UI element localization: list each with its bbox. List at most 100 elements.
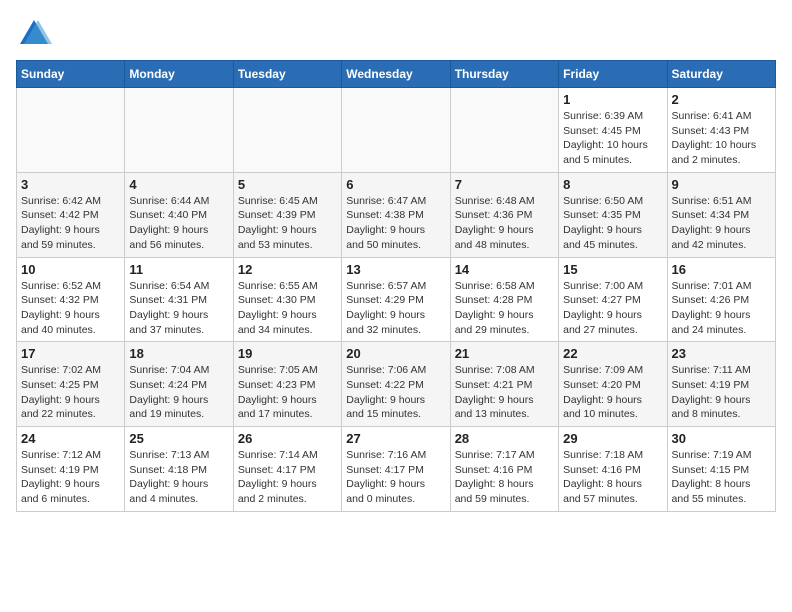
calendar-cell: 29 Sunrise: 7:18 AM Sunset: 4:16 PM Dayli… — [559, 427, 667, 512]
day-info: Sunrise: 7:13 AM Sunset: 4:18 PM Dayligh… — [129, 448, 228, 507]
day-info: Sunrise: 7:18 AM Sunset: 4:16 PM Dayligh… — [563, 448, 662, 507]
day-number: 13 — [346, 262, 445, 277]
calendar-cell: 1 Sunrise: 6:39 AM Sunset: 4:45 PM Daylig… — [559, 88, 667, 173]
calendar-cell: 15Sunrise: 7:00 AM Sunset: 4:27 PM Dayli… — [559, 257, 667, 342]
page-header — [16, 16, 776, 52]
day-info: Sunrise: 7:19 AM Sunset: 4:15 PM Dayligh… — [672, 448, 771, 507]
day-info: Sunrise: 6:50 AM Sunset: 4:35 PM Dayligh… — [563, 194, 662, 253]
calendar-cell: 7Sunrise: 6:48 AM Sunset: 4:36 PM Daylig… — [450, 172, 558, 257]
calendar-cell: 4 Sunrise: 6:44 AM Sunset: 4:40 PM Daylig… — [125, 172, 233, 257]
calendar-cell — [233, 88, 341, 173]
logo-icon — [16, 16, 52, 52]
calendar-table: SundayMondayTuesdayWednesdayThursdayFrid… — [16, 60, 776, 512]
day-info: Sunrise: 7:09 AM Sunset: 4:20 PM Dayligh… — [563, 363, 662, 422]
calendar-cell: 25 Sunrise: 7:13 AM Sunset: 4:18 PM Dayli… — [125, 427, 233, 512]
day-number: 24 — [21, 431, 120, 446]
day-number: 22 — [563, 346, 662, 361]
weekday-header: Wednesday — [342, 61, 450, 88]
day-number: 5 — [238, 177, 337, 192]
day-number: 20 — [346, 346, 445, 361]
day-info: Sunrise: 6:52 AM Sunset: 4:32 PM Dayligh… — [21, 279, 120, 338]
weekday-header: Saturday — [667, 61, 775, 88]
day-number: 18 — [129, 346, 228, 361]
calendar-week-row: 1 Sunrise: 6:39 AM Sunset: 4:45 PM Daylig… — [17, 88, 776, 173]
day-info: Sunrise: 6:42 AM Sunset: 4:42 PM Dayligh… — [21, 194, 120, 253]
day-info: Sunrise: 6:54 AM Sunset: 4:31 PM Dayligh… — [129, 279, 228, 338]
calendar-cell — [17, 88, 125, 173]
calendar-header-row: SundayMondayTuesdayWednesdayThursdayFrid… — [17, 61, 776, 88]
calendar-cell: 8Sunrise: 6:50 AM Sunset: 4:35 PM Daylig… — [559, 172, 667, 257]
day-info: Sunrise: 6:58 AM Sunset: 4:28 PM Dayligh… — [455, 279, 554, 338]
calendar-week-row: 3 Sunrise: 6:42 AM Sunset: 4:42 PM Daylig… — [17, 172, 776, 257]
day-number: 23 — [672, 346, 771, 361]
day-info: Sunrise: 6:57 AM Sunset: 4:29 PM Dayligh… — [346, 279, 445, 338]
calendar-week-row: 24Sunrise: 7:12 AM Sunset: 4:19 PM Dayli… — [17, 427, 776, 512]
calendar-cell — [450, 88, 558, 173]
day-number: 2 — [672, 92, 771, 107]
day-number: 12 — [238, 262, 337, 277]
day-number: 15 — [563, 262, 662, 277]
day-number: 3 — [21, 177, 120, 192]
calendar-cell: 17 Sunrise: 7:02 AM Sunset: 4:25 PM Dayli… — [17, 342, 125, 427]
day-number: 17 — [21, 346, 120, 361]
calendar-week-row: 17 Sunrise: 7:02 AM Sunset: 4:25 PM Dayli… — [17, 342, 776, 427]
calendar-cell: 9Sunrise: 6:51 AM Sunset: 4:34 PM Daylig… — [667, 172, 775, 257]
day-info: Sunrise: 7:02 AM Sunset: 4:25 PM Dayligh… — [21, 363, 120, 422]
day-info: Sunrise: 7:04 AM Sunset: 4:24 PM Dayligh… — [129, 363, 228, 422]
day-info: Sunrise: 6:41 AM Sunset: 4:43 PM Dayligh… — [672, 109, 771, 168]
day-number: 21 — [455, 346, 554, 361]
calendar-cell: 10 Sunrise: 6:52 AM Sunset: 4:32 PM Dayli… — [17, 257, 125, 342]
day-number: 16 — [672, 262, 771, 277]
day-info: Sunrise: 6:51 AM Sunset: 4:34 PM Dayligh… — [672, 194, 771, 253]
day-info: Sunrise: 7:01 AM Sunset: 4:26 PM Dayligh… — [672, 279, 771, 338]
day-number: 4 — [129, 177, 228, 192]
day-number: 11 — [129, 262, 228, 277]
calendar-cell: 24Sunrise: 7:12 AM Sunset: 4:19 PM Dayli… — [17, 427, 125, 512]
day-number: 26 — [238, 431, 337, 446]
day-number: 6 — [346, 177, 445, 192]
day-number: 28 — [455, 431, 554, 446]
day-number: 25 — [129, 431, 228, 446]
calendar-cell: 19 Sunrise: 7:05 AM Sunset: 4:23 PM Dayli… — [233, 342, 341, 427]
day-number: 27 — [346, 431, 445, 446]
calendar-cell: 28 Sunrise: 7:17 AM Sunset: 4:16 PM Dayli… — [450, 427, 558, 512]
day-number: 29 — [563, 431, 662, 446]
calendar-cell — [342, 88, 450, 173]
calendar-cell: 23 Sunrise: 7:11 AM Sunset: 4:19 PM Dayli… — [667, 342, 775, 427]
calendar-cell: 22 Sunrise: 7:09 AM Sunset: 4:20 PM Dayli… — [559, 342, 667, 427]
calendar-cell: 20 Sunrise: 7:06 AM Sunset: 4:22 PM Dayli… — [342, 342, 450, 427]
day-info: Sunrise: 7:17 AM Sunset: 4:16 PM Dayligh… — [455, 448, 554, 507]
day-info: Sunrise: 6:44 AM Sunset: 4:40 PM Dayligh… — [129, 194, 228, 253]
weekday-header: Friday — [559, 61, 667, 88]
calendar-cell: 13 Sunrise: 6:57 AM Sunset: 4:29 PM Dayli… — [342, 257, 450, 342]
day-info: Sunrise: 7:05 AM Sunset: 4:23 PM Dayligh… — [238, 363, 337, 422]
weekday-header: Monday — [125, 61, 233, 88]
calendar-cell: 30Sunrise: 7:19 AM Sunset: 4:15 PM Dayli… — [667, 427, 775, 512]
calendar-week-row: 10 Sunrise: 6:52 AM Sunset: 4:32 PM Dayli… — [17, 257, 776, 342]
day-info: Sunrise: 7:14 AM Sunset: 4:17 PM Dayligh… — [238, 448, 337, 507]
day-info: Sunrise: 6:48 AM Sunset: 4:36 PM Dayligh… — [455, 194, 554, 253]
calendar-cell: 6 Sunrise: 6:47 AM Sunset: 4:38 PM Daylig… — [342, 172, 450, 257]
calendar-cell: 16 Sunrise: 7:01 AM Sunset: 4:26 PM Dayli… — [667, 257, 775, 342]
calendar-cell: 5 Sunrise: 6:45 AM Sunset: 4:39 PM Daylig… — [233, 172, 341, 257]
day-info: Sunrise: 6:45 AM Sunset: 4:39 PM Dayligh… — [238, 194, 337, 253]
day-number: 19 — [238, 346, 337, 361]
day-info: Sunrise: 7:08 AM Sunset: 4:21 PM Dayligh… — [455, 363, 554, 422]
weekday-header: Sunday — [17, 61, 125, 88]
calendar-cell: 2 Sunrise: 6:41 AM Sunset: 4:43 PM Daylig… — [667, 88, 775, 173]
calendar-cell: 12Sunrise: 6:55 AM Sunset: 4:30 PM Dayli… — [233, 257, 341, 342]
day-info: Sunrise: 7:11 AM Sunset: 4:19 PM Dayligh… — [672, 363, 771, 422]
calendar-cell: 21 Sunrise: 7:08 AM Sunset: 4:21 PM Dayli… — [450, 342, 558, 427]
day-number: 1 — [563, 92, 662, 107]
calendar-cell: 18 Sunrise: 7:04 AM Sunset: 4:24 PM Dayli… — [125, 342, 233, 427]
calendar-cell: 3 Sunrise: 6:42 AM Sunset: 4:42 PM Daylig… — [17, 172, 125, 257]
day-number: 10 — [21, 262, 120, 277]
calendar-cell: 14Sunrise: 6:58 AM Sunset: 4:28 PM Dayli… — [450, 257, 558, 342]
day-info: Sunrise: 6:39 AM Sunset: 4:45 PM Dayligh… — [563, 109, 662, 168]
calendar-cell: 11 Sunrise: 6:54 AM Sunset: 4:31 PM Dayli… — [125, 257, 233, 342]
logo — [16, 16, 54, 52]
weekday-header: Thursday — [450, 61, 558, 88]
day-info: Sunrise: 6:47 AM Sunset: 4:38 PM Dayligh… — [346, 194, 445, 253]
day-info: Sunrise: 7:06 AM Sunset: 4:22 PM Dayligh… — [346, 363, 445, 422]
calendar-cell — [125, 88, 233, 173]
